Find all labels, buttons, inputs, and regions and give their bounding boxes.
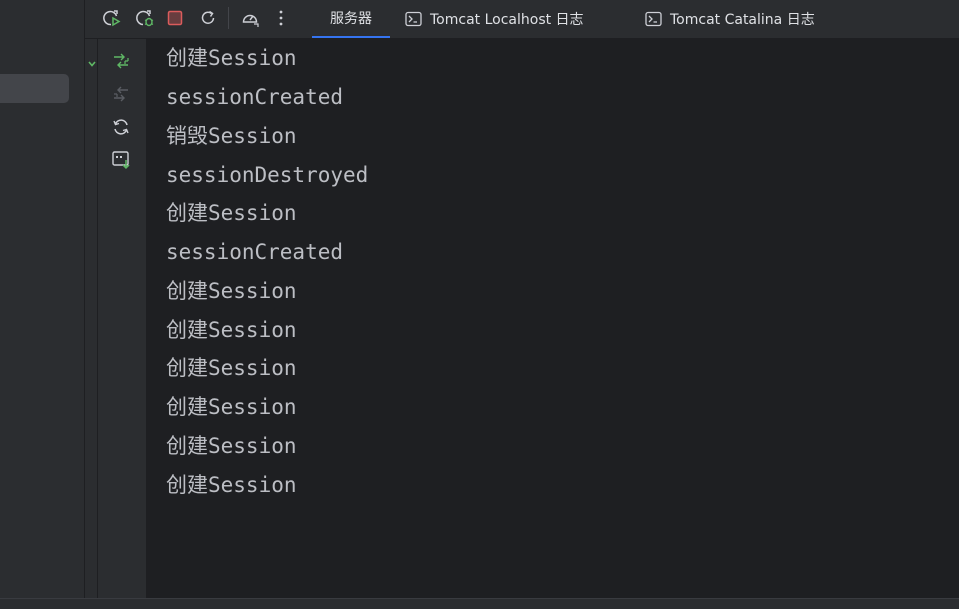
- tab-label: 服务器: [330, 11, 372, 27]
- stop-icon[interactable]: [164, 7, 186, 29]
- refresh-icon[interactable]: [197, 7, 219, 29]
- rerun-icon[interactable]: [100, 7, 122, 29]
- console-line: 销毁Session: [166, 124, 297, 148]
- terminal-icon: [405, 11, 422, 27]
- console-line: sessionDestroyed: [166, 163, 369, 187]
- save-output-icon[interactable]: [110, 149, 132, 171]
- console-line: 创建Session: [166, 279, 297, 303]
- console-line: 创建Session: [166, 395, 297, 419]
- more-icon[interactable]: [270, 7, 292, 29]
- console-line: 创建Session: [166, 46, 297, 70]
- console-line: 创建Session: [166, 201, 297, 225]
- services-toolbar: 服务器 Tomcat Localhost 日志 Tomcat Catalina …: [85, 0, 959, 39]
- tab-tomcat-catalina-log[interactable]: Tomcat Catalina 日志: [645, 0, 815, 38]
- tab-label: Tomcat Localhost 日志: [430, 12, 584, 28]
- debug-rerun-icon[interactable]: [133, 7, 155, 29]
- scroll-to-start-icon[interactable]: [110, 83, 132, 105]
- expand-arrow-icon[interactable]: [87, 54, 97, 67]
- console-action-strip: [97, 39, 146, 598]
- toolbar-separator: [228, 7, 229, 29]
- tab-server[interactable]: 服务器: [312, 0, 390, 38]
- console-output[interactable]: 创建Session sessionCreated 销毁Session sessi…: [146, 39, 959, 598]
- services-tree-panel: [0, 0, 85, 598]
- ide-window: 服务器 Tomcat Localhost 日志 Tomcat Catalina …: [0, 0, 959, 609]
- dashboard-icon[interactable]: [239, 7, 261, 29]
- soft-wrap-icon[interactable]: [110, 116, 132, 138]
- status-bar: [0, 598, 959, 609]
- console-line: 创建Session: [166, 318, 297, 342]
- tab-tomcat-localhost-log[interactable]: Tomcat Localhost 日志: [405, 0, 584, 38]
- terminal-icon: [645, 11, 662, 27]
- selected-tree-item[interactable]: [0, 74, 69, 103]
- console-line: sessionCreated: [166, 240, 344, 264]
- scroll-to-end-icon[interactable]: [110, 50, 132, 72]
- console-line: 创建Session: [166, 434, 297, 458]
- tab-label: Tomcat Catalina 日志: [670, 12, 815, 28]
- console-line: 创建Session: [166, 356, 297, 380]
- console-line: sessionCreated: [166, 85, 344, 109]
- console-line: 创建Session: [166, 473, 297, 497]
